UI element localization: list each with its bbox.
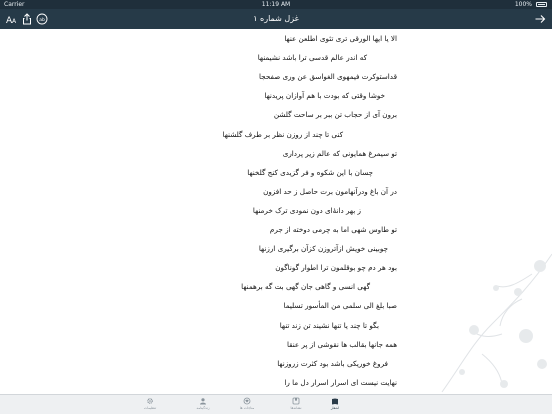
tab-book[interactable]: اشعار <box>320 396 350 414</box>
tab-label: اشعار <box>330 406 340 410</box>
tab-bar: اشعار نشانه‌ها مناجات ها زندگینامه تنظیمات <box>0 394 552 414</box>
poem-verse[interactable]: بگو تا چند یا تنها نشیند تن زند تنها <box>280 321 379 331</box>
poem-verse[interactable]: کنی تا چند از روزن نظر بر طرف گلشنها <box>223 130 343 140</box>
poem-verse[interactable]: چوبینی خویش ازآتروزن کزآن برگیری ارزنها <box>259 244 388 254</box>
tab-label: زندگینامه <box>196 406 210 410</box>
heart-icon <box>243 397 251 405</box>
nav-bar: A A ab غزل شماره ۱ <box>0 9 552 29</box>
tab-bookmark[interactable]: نشانه‌ها <box>281 396 311 414</box>
poem-verse[interactable]: در آن باغ ودرآنهامون برت حاصل ز حد افزون <box>263 187 397 197</box>
poem-verse[interactable]: همه جانها بقالب ها نقوشی از پر عنقا <box>287 340 397 350</box>
poem-verse[interactable]: الا یا ایها الورقی تری تئوی اطلعن عنها <box>284 34 397 44</box>
tab-label: مناجات ها <box>239 406 255 410</box>
tab-label: نشانه‌ها <box>290 406 302 410</box>
poem-verse[interactable]: چسان با این شکوه و فر گزیدی کنج گلخنها <box>247 168 373 178</box>
poem-verse[interactable]: بود هر دم چو بوقلمون ترا اطوار گوناگون <box>275 263 397 273</box>
poem-verse[interactable]: که اندر عالم قدسی ترا باشد نشیمنها <box>258 53 367 63</box>
poem-verse[interactable]: تو سیمرغ همایونی که عالم زیر پرداری <box>283 149 397 159</box>
poem-verse[interactable]: برون آی از حجاب تن ببر بر ساحت گلشن <box>274 110 397 120</box>
poem-verse[interactable]: قداستوکرت فیمهوی الغواسق عن وری صفحجا <box>259 72 397 82</box>
floral-watermark-icon <box>441 253 552 393</box>
book-icon <box>332 398 338 405</box>
poem-verse[interactable]: صبا بلغ الی سلمی من المأسور تسلیما <box>284 301 397 311</box>
poem-verse[interactable]: خوشا وقتی که بودت با هم آوازان پریدنها <box>264 91 385 101</box>
battery-icon <box>536 2 547 7</box>
bookmark-icon <box>292 397 300 405</box>
poem-verse[interactable]: فروغ خوریکی باشد بود کثرت زروزنها <box>277 359 388 369</box>
forward-button[interactable] <box>533 12 547 26</box>
page-title: غزل شماره ۱ <box>253 14 299 23</box>
tab-gear[interactable]: تنظیمات <box>135 396 165 414</box>
poem-content[interactable]: الا یا ایها الورقی تری تئوی اطلعن عنها که… <box>0 29 552 394</box>
poem-verse[interactable]: نهایت نیست ای اسرار اسرار دل ما را <box>284 378 397 388</box>
tab-label: تنظیمات <box>143 406 157 410</box>
clock: 11:19 AM <box>261 1 291 8</box>
user-icon <box>200 398 206 405</box>
poem-verse[interactable]: تو طاوس شهی اما به چرمی دوخته از جرم <box>270 225 397 235</box>
battery-percent: 100% <box>514 1 532 8</box>
poem-verse[interactable]: گهی انسی و گاهی جان گهی بت گه برهمنها <box>241 282 370 292</box>
arrow-right-icon <box>535 15 546 23</box>
status-bar: Carrier 11:19 AM 100% <box>0 0 552 9</box>
poem-verse[interactable]: ز بهر دانهٔ‌ای دون نمودی ترک خرمنها <box>253 206 361 216</box>
gear-icon <box>147 398 153 404</box>
tab-user[interactable]: زندگینامه <box>188 396 218 414</box>
tab-heart[interactable]: مناجات ها <box>232 396 262 414</box>
